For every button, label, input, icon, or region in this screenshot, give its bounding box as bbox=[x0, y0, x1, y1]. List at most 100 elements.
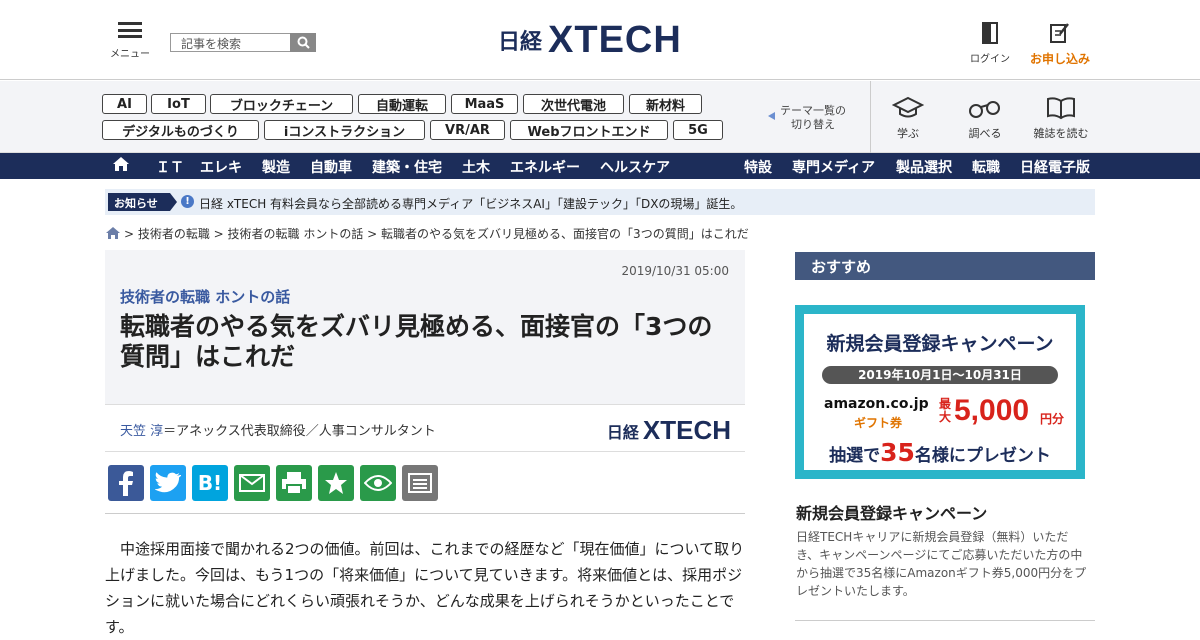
tag-blockchain[interactable]: ブロックチェーン bbox=[210, 94, 353, 114]
logo-nikkei: 日経 bbox=[606, 422, 639, 442]
nav-architecture[interactable]: 建築・住宅 bbox=[372, 157, 442, 177]
author-role: ＝アネックス代表取締役／人事コンサルタント bbox=[163, 424, 436, 439]
print-button[interactable] bbox=[276, 465, 312, 501]
quick-link-research[interactable]: 調べる bbox=[955, 96, 1015, 141]
login-label: ログイン bbox=[970, 54, 1010, 65]
tag-web-frontend[interactable]: Webフロントエンド bbox=[510, 120, 668, 140]
campaign-title[interactable]: 新規会員登録キャンペーン bbox=[796, 500, 987, 524]
quick-link-label: 調べる bbox=[968, 127, 1002, 140]
article-title: 転職者のやる気をズバリ見極める、面接官の「3つの質問」はこれだ bbox=[120, 312, 713, 371]
nav-media[interactable]: 専門メディア bbox=[792, 157, 875, 177]
search-placeholder: 記事を検索 bbox=[181, 37, 242, 51]
banner-yen: 円分 bbox=[1040, 412, 1065, 426]
nav-home[interactable] bbox=[112, 156, 130, 176]
tag-5g[interactable]: 5G bbox=[673, 120, 723, 140]
main-nav: ＩＴ エレキ 製造 自動車 建築・住宅 土木 エネルギー ヘルスケア 特設 専門… bbox=[0, 153, 1200, 179]
binoculars-icon bbox=[969, 101, 1000, 118]
share-hatena-button[interactable]: B! bbox=[192, 465, 228, 501]
campaign-description: 日経TECHキャリアに新規会員登録（無料）いただき、キャンペーンページにてご応募… bbox=[796, 530, 1087, 598]
login-button[interactable]: ログイン bbox=[966, 22, 1014, 65]
quick-link-label: 雑誌を読む bbox=[1033, 127, 1089, 140]
quick-link-learn[interactable]: 学ぶ bbox=[878, 96, 938, 141]
banner-inner: 新規会員登録キャンペーン 2019年10月1日〜10月31日 amazon.co… bbox=[804, 314, 1076, 470]
triangle-left-icon bbox=[768, 112, 775, 120]
author-name[interactable]: 天笠 淳 bbox=[120, 424, 163, 439]
sidebar-heading: おすすめ bbox=[795, 252, 1095, 280]
publish-date: 2019/10/31 05:00 bbox=[621, 264, 729, 278]
door-icon bbox=[982, 22, 998, 44]
hamburger-icon bbox=[118, 22, 142, 38]
share-twitter-button[interactable] bbox=[150, 465, 186, 501]
notice-label: お知らせ bbox=[108, 193, 177, 211]
nav-civil[interactable]: 土木 bbox=[462, 157, 490, 177]
divider bbox=[105, 513, 745, 514]
banner-draw-suffix: 名様にプレゼント bbox=[914, 446, 1051, 466]
share-facebook-button[interactable] bbox=[108, 465, 144, 501]
nav-electronics[interactable]: エレキ bbox=[200, 157, 242, 177]
memo-button[interactable] bbox=[402, 465, 438, 501]
nav-healthcare[interactable]: ヘルスケア bbox=[600, 157, 670, 177]
search-button[interactable] bbox=[290, 33, 316, 52]
tag-digital-monozukuri[interactable]: デジタルものづくり bbox=[102, 120, 259, 140]
home-icon[interactable] bbox=[106, 227, 120, 239]
search-input[interactable]: 記事を検索 bbox=[170, 33, 316, 52]
graduation-cap-icon bbox=[892, 96, 924, 118]
pen-note-icon bbox=[1050, 23, 1069, 43]
nav-career[interactable]: 転職 bbox=[972, 157, 1000, 177]
campaign-banner[interactable]: 新規会員登録キャンペーン 2019年10月1日〜10月31日 amazon.co… bbox=[795, 305, 1085, 479]
menu-button[interactable]: メニュー bbox=[108, 22, 152, 60]
banner-draw-count: 35 bbox=[880, 438, 915, 467]
article-body: 中途採用面接で聞かれる2つの価値。前回は、これまでの経歴など「現在価値」について… bbox=[105, 540, 745, 636]
mail-icon bbox=[239, 474, 265, 492]
apply-button[interactable]: お申し込み bbox=[1028, 22, 1092, 67]
tag-i-construction[interactable]: iコンストラクション bbox=[264, 120, 425, 140]
star-icon bbox=[325, 472, 347, 494]
banner-amount: 5,000 bbox=[954, 394, 1030, 427]
share-mail-button[interactable] bbox=[234, 465, 270, 501]
tag-vr-ar[interactable]: VR/AR bbox=[430, 120, 505, 140]
tag-iot[interactable]: IoT bbox=[151, 94, 206, 114]
tag-new-materials[interactable]: 新材料 bbox=[629, 94, 702, 114]
site-logo[interactable]: 日経 XTECH bbox=[498, 18, 682, 61]
twitter-icon bbox=[155, 472, 181, 493]
search-icon bbox=[297, 36, 310, 49]
banner-title: 新規会員登録キャンペーン bbox=[826, 333, 1054, 355]
notice-bar[interactable]: お知らせ ! 日経 xTECH 有料会員なら全部読める専門メディア「ビジネスAI… bbox=[105, 189, 1095, 215]
print-icon bbox=[282, 472, 306, 495]
info-icon: ! bbox=[181, 195, 194, 208]
tag-autonomous-driving[interactable]: 自動運転 bbox=[358, 94, 446, 114]
logo-nikkei: 日経 bbox=[498, 30, 543, 55]
nav-it[interactable]: ＩＴ bbox=[156, 157, 184, 177]
memo-icon bbox=[408, 473, 432, 493]
favorite-button[interactable] bbox=[318, 465, 354, 501]
banner-period: 2019年10月1日〜10月31日 bbox=[822, 366, 1058, 384]
site-header: メニュー 記事を検索 日経 XTECH ログイン お申し込み bbox=[0, 0, 1200, 80]
nav-energy[interactable]: エネルギー bbox=[510, 157, 580, 177]
quick-link-label: 学ぶ bbox=[897, 127, 919, 140]
theme-switch-line1: テーマ一覧の bbox=[780, 104, 846, 117]
banner-max: 最大 bbox=[938, 397, 951, 424]
quick-link-magazine[interactable]: 雑誌を読む bbox=[1031, 96, 1091, 141]
tag-next-gen-battery[interactable]: 次世代電池 bbox=[523, 94, 624, 114]
notice-text[interactable]: 日経 xTECH 有料会員なら全部読める専門メディア「ビジネスAI」「建設テック… bbox=[199, 195, 742, 212]
banner-draw-prefix: 抽選で bbox=[829, 446, 881, 466]
nav-manufacturing[interactable]: 製造 bbox=[262, 157, 290, 177]
theme-band: AI IoT ブロックチェーン 自動運転 MaaS 次世代電池 新材料 デジタル… bbox=[0, 81, 1200, 153]
logo-xtech: XTECH bbox=[548, 18, 682, 61]
theme-switch-button[interactable]: テーマ一覧の 切り替え bbox=[768, 104, 858, 132]
nav-special[interactable]: 特設 bbox=[744, 157, 772, 177]
menu-label: メニュー bbox=[110, 49, 150, 60]
logo-xtech: XTECH bbox=[642, 415, 731, 445]
home-icon bbox=[113, 157, 129, 171]
watch-button[interactable] bbox=[360, 465, 396, 501]
banner-draw: 抽選で35名様にプレゼント bbox=[804, 438, 1076, 467]
tag-maas[interactable]: MaaS bbox=[451, 94, 518, 114]
nav-nikkei-denshiban[interactable]: 日経電子版 bbox=[1020, 157, 1090, 177]
series-link[interactable]: 技術者の転職 ホントの話 bbox=[120, 286, 290, 307]
nav-product-select[interactable]: 製品選択 bbox=[896, 157, 952, 177]
tag-ai[interactable]: AI bbox=[102, 94, 147, 114]
nav-automotive[interactable]: 自動車 bbox=[310, 157, 352, 177]
breadcrumb-path[interactable]: > 技術者の転職 > 技術者の転職 ホントの話 > 転職者のやる気をズバリ見極め… bbox=[124, 227, 749, 241]
breadcrumb: > 技術者の転職 > 技術者の転職 ホントの話 > 転職者のやる気をズバリ見極め… bbox=[106, 225, 749, 242]
eye-icon bbox=[364, 475, 392, 491]
